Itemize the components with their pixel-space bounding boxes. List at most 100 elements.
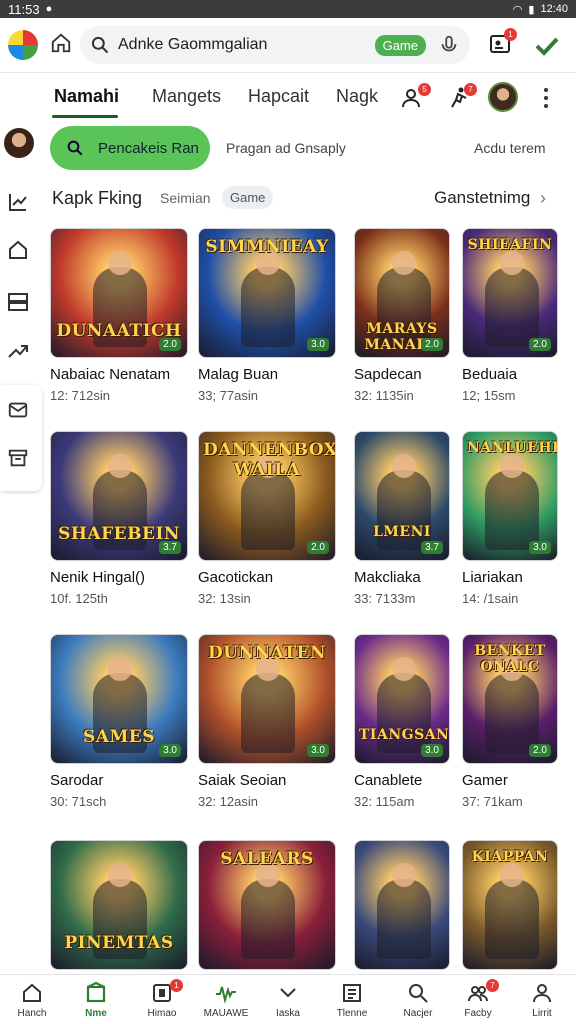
mail-check-icon[interactable] (7, 399, 29, 421)
game-art-title: LMENI (373, 524, 431, 540)
game-thumbnail[interactable]: SIMMNIEAY 3.0 (198, 228, 336, 358)
game-card[interactable]: SHIEAFIN 2.0 Beduaia 12; 15sm (462, 228, 560, 403)
game-thumbnail[interactable]: KIAPPAN (462, 840, 558, 970)
game-art-title: TIANGSAN (359, 727, 450, 743)
game-name[interactable]: Beduaia (462, 366, 560, 383)
secondary-filter-link[interactable]: Pragan ad Gnsaply (226, 140, 346, 156)
section-action-link[interactable]: Ganstetnimg (434, 188, 530, 208)
home-icon[interactable] (50, 32, 72, 54)
game-name[interactable]: Gamer (462, 772, 560, 789)
people-button[interactable]: 5 (400, 83, 431, 114)
game-name[interactable]: Nenik Hingal() (50, 569, 190, 586)
bottom-nav-item[interactable]: Nme (66, 981, 126, 1019)
character-figure (485, 863, 539, 959)
primary-filter-button[interactable]: Pencakeis Ran (50, 126, 210, 170)
game-meta: 33; 77asin (198, 388, 258, 403)
tab-hapcait[interactable]: Hapcait (248, 86, 309, 107)
bottom-nav-item[interactable]: Tlenne (322, 981, 382, 1019)
rating-badge: 2.0 (307, 541, 329, 554)
game-thumbnail[interactable]: MARAYS MANARE 2.0 (354, 228, 450, 358)
voice-search-icon[interactable] (438, 34, 460, 56)
game-name[interactable]: Gacotickan (198, 569, 338, 586)
game-thumbnail[interactable]: SALEARS (198, 840, 336, 970)
game-thumbnail[interactable]: SAMES 3.0 (50, 634, 188, 764)
activity-button[interactable]: 7 (446, 83, 477, 114)
signal-icon: ▮ (528, 3, 535, 16)
game-meta: 32: 12asin (198, 794, 258, 809)
character-figure (241, 657, 295, 753)
bottom-nav-item[interactable]: MAUAWE (196, 981, 256, 1019)
bottom-nav-label: Iaska (276, 1008, 300, 1019)
bottom-nav-item[interactable]: Lirrit (512, 981, 572, 1019)
right-filter-link[interactable]: Acdu terem (474, 140, 546, 156)
profile-card-button[interactable]: 1 (488, 28, 517, 58)
search-input[interactable] (118, 36, 375, 54)
wifi-icon: ◠ (512, 3, 523, 16)
game-thumbnail[interactable] (354, 840, 450, 970)
app-logo[interactable] (8, 30, 38, 60)
bottom-nav-item[interactable]: Hanch (2, 981, 62, 1019)
layers-icon[interactable] (6, 290, 30, 314)
search-icon (91, 36, 109, 54)
profile-badge: 1 (504, 28, 517, 41)
verified-shield-icon[interactable] (534, 34, 560, 58)
game-thumbnail[interactable]: DUNNATEN 3.0 (198, 634, 336, 764)
bottom-nav-item[interactable]: Himao 1 (132, 979, 192, 1019)
rating-badge: 3.0 (421, 744, 443, 757)
game-art-title: BENKET ONALC (474, 643, 546, 675)
search-bar[interactable]: Game (80, 26, 470, 64)
game-card[interactable]: DANNENBOX WAILA 2.0 Gacotickan 32: 13sin (198, 431, 338, 606)
game-thumbnail[interactable]: SHAFEBEIN 3.7 (50, 431, 188, 561)
bottom-nav-item[interactable]: Facby 7 (448, 979, 508, 1019)
game-name[interactable]: Nabaiac Nenatam (50, 366, 190, 383)
bottom-nav-label: Facby (464, 1008, 492, 1019)
character-figure (377, 863, 431, 959)
bottom-nav-item[interactable]: Nacjer (388, 981, 448, 1019)
game-card[interactable]: SALEARS (198, 840, 338, 978)
chevron-right-icon[interactable]: › (540, 188, 546, 209)
trending-icon[interactable] (6, 338, 30, 362)
tab-mangets[interactable]: Mangets (152, 86, 221, 107)
game-card[interactable]: NANLUEHEN 3.0 Liariakan 14: /1sain (462, 431, 560, 606)
active-tab-indicator (52, 115, 118, 118)
game-card[interactable]: SAMES 3.0 Sarodar 30: 71sch (50, 634, 190, 809)
game-thumbnail[interactable]: DANNENBOX WAILA 2.0 (198, 431, 336, 561)
bottom-nav-label: Himao (147, 1008, 177, 1019)
game-card[interactable]: SIMMNIEAY 3.0 Malag Buan 33; 77asin (198, 228, 338, 403)
game-thumbnail[interactable]: DUNAATICH 2.0 (50, 228, 188, 358)
game-name[interactable]: Malag Buan (198, 366, 338, 383)
store-icon (86, 981, 106, 1003)
game-card[interactable]: DUNAATICH 2.0 Nabaiac Nenatam 12: 712sin (50, 228, 190, 403)
game-card[interactable]: PINEMTAS (50, 840, 190, 978)
game-thumbnail[interactable]: SHIEAFIN 2.0 (462, 228, 558, 358)
game-thumbnail[interactable]: LMENI 3.7 (354, 431, 450, 561)
game-thumbnail[interactable]: BENKET ONALC 2.0 (462, 634, 558, 764)
search-filter-chip[interactable]: Game (374, 34, 426, 56)
section-chip[interactable]: Game (222, 186, 274, 209)
game-card[interactable]: BENKET ONALC 2.0 Gamer 37: 71kam (462, 634, 560, 809)
avatar[interactable] (488, 82, 518, 112)
nav-badge: 1 (170, 979, 183, 992)
tab-nagk[interactable]: Nagk (336, 86, 378, 107)
more-options-icon[interactable] (543, 86, 549, 110)
game-card[interactable]: DUNNATEN 3.0 Saiak Seoian 32: 12asin (198, 634, 338, 809)
chevron-down-icon (280, 988, 296, 998)
bottom-nav-item[interactable]: Iaska (258, 981, 318, 1019)
game-card[interactable]: SHAFEBEIN 3.7 Nenik Hingal() 10f. 125th (50, 431, 190, 606)
game-card[interactable]: KIAPPAN (462, 840, 560, 978)
tab-namahi[interactable]: Namahi (54, 86, 119, 107)
people-badge: 5 (418, 83, 431, 96)
game-thumbnail[interactable]: TIANGSAN 3.0 (354, 634, 450, 764)
game-name[interactable]: Saiak Seoian (198, 772, 338, 789)
section-subtitle[interactable]: Seimian (160, 190, 211, 206)
status-time: 11:53 (8, 1, 40, 17)
home-icon[interactable] (6, 238, 30, 262)
rating-badge: 2.0 (421, 338, 443, 351)
game-name[interactable]: Sarodar (50, 772, 190, 789)
bottom-nav-label: Tlenne (336, 1008, 368, 1019)
game-art-title: SIMMNIEAY (205, 237, 329, 257)
game-name[interactable]: Liariakan (462, 569, 560, 586)
archive-icon[interactable] (7, 447, 29, 469)
game-thumbnail[interactable]: NANLUEHEN 3.0 (462, 431, 558, 561)
game-thumbnail[interactable]: PINEMTAS (50, 840, 188, 970)
